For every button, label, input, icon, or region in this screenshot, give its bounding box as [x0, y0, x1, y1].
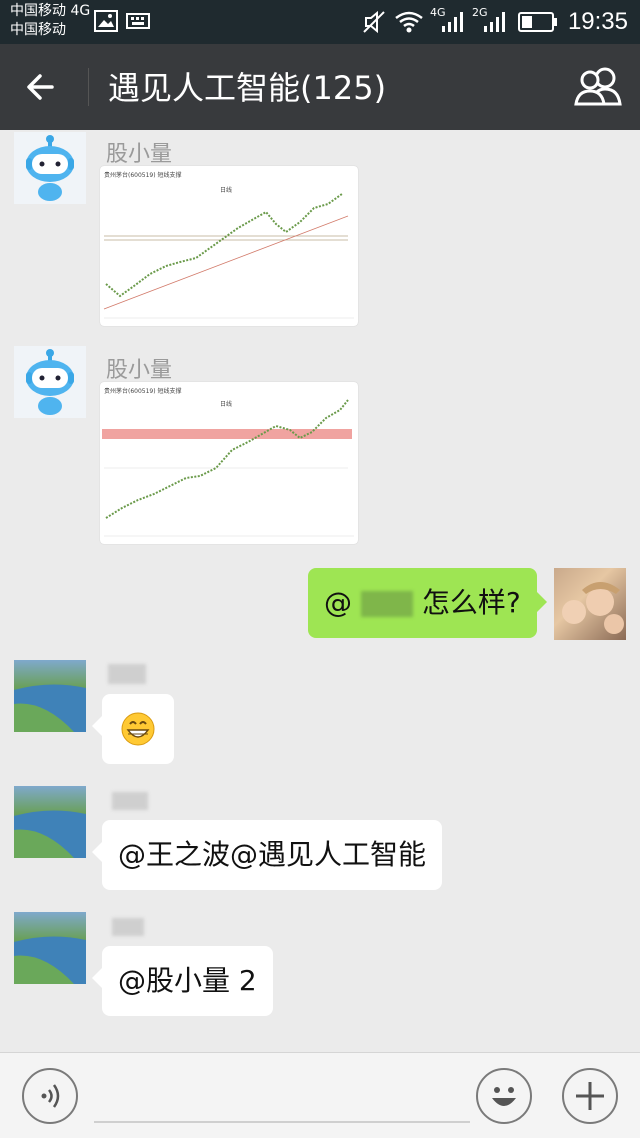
stock-chart-2: 贵州茅台(600519) 短线支撑 日线: [102, 387, 354, 537]
signal-1-icon: [442, 12, 463, 32]
chart-image-message[interactable]: 贵州茅台(600519) 短线支撑 日线: [100, 166, 358, 326]
river-landscape-icon: [14, 684, 86, 732]
river-landscape-icon: [14, 810, 86, 858]
emoji-button[interactable]: [476, 1068, 532, 1124]
carrier-line-2: 中国移动: [10, 22, 66, 38]
text-message-bubble[interactable]: @王之波@遇见人工智能: [91, 820, 443, 890]
header-divider: [88, 68, 89, 106]
voice-input-button[interactable]: [22, 1068, 78, 1124]
redacted-mention: [360, 591, 413, 617]
clock: 19:35: [567, 8, 628, 35]
emoji-message-bubble[interactable]: [92, 694, 174, 764]
redacted-sender-name: [112, 918, 144, 936]
group-members-icon: [574, 67, 622, 106]
chart-legend-text: 贵州茅台(600519) 短线支撑: [104, 171, 182, 179]
mention-prefix: @: [324, 586, 352, 619]
bot-avatar[interactable]: [14, 132, 86, 204]
carrier-info: 中国移动 4G 中国移动: [10, 2, 90, 40]
mute-icon: [363, 10, 385, 34]
chart-title: 日线: [220, 186, 232, 194]
grin-emoji-icon: [121, 712, 155, 746]
chat-title: 遇见人工智能(125): [108, 69, 387, 107]
own-message-bubble[interactable]: @ 怎么样?: [308, 568, 547, 638]
sender-name: 股小量: [106, 358, 173, 383]
river-landscape-icon: [14, 936, 86, 984]
group-members-button[interactable]: [572, 66, 624, 108]
user-avatar[interactable]: [14, 660, 86, 732]
back-button[interactable]: [18, 64, 68, 110]
robot-avatar-icon: [26, 135, 74, 201]
family-photo-icon: [562, 582, 624, 634]
redacted-sender-name: [112, 792, 148, 810]
plus-icon: [576, 1082, 604, 1110]
message-text: @王之波@遇见人工智能: [118, 838, 427, 871]
status-bar: 中国移动 4G 中国移动 4G 2G 19:35: [0, 0, 640, 44]
robot-avatar-icon: [26, 349, 74, 415]
more-options-button[interactable]: [562, 1068, 618, 1124]
image-notification-icon: [94, 10, 118, 32]
chart-legend-text: 贵州茅台(600519) 短线支撑: [104, 387, 182, 395]
user-avatar[interactable]: [14, 786, 86, 858]
signal-2-icon: [484, 12, 505, 32]
redacted-sender-name: [108, 664, 146, 684]
chart-title: 日线: [220, 400, 232, 408]
message-input[interactable]: [94, 1073, 470, 1123]
input-bar: [0, 1052, 640, 1138]
battery-icon: [518, 12, 557, 32]
chart-image-message[interactable]: 贵州茅台(600519) 短线支撑 日线: [100, 382, 358, 544]
message-list[interactable]: 股小量 贵州茅台(600519) 短线支撑 日线 股小量 贵州茅台(600519…: [0, 130, 640, 1052]
sender-name: 股小量: [106, 142, 173, 167]
own-avatar[interactable]: [554, 568, 626, 640]
keyboard-notification-icon: [126, 13, 150, 29]
stock-chart-1: 贵州茅台(600519) 短线支撑 日线: [103, 171, 354, 319]
emoji-icon: [492, 1087, 516, 1106]
message-text: 怎么样?: [421, 586, 521, 619]
bot-avatar[interactable]: [14, 346, 86, 418]
chat-header: 遇见人工智能(125): [0, 44, 640, 130]
wifi-icon: [395, 11, 423, 33]
text-message-bubble[interactable]: @股小量 2: [92, 946, 273, 1016]
carrier-line-1: 中国移动 4G: [10, 3, 91, 19]
back-arrow-icon: [27, 74, 54, 100]
voice-icon: [41, 1084, 60, 1108]
user-avatar[interactable]: [14, 912, 86, 984]
message-text: @股小量 2: [118, 964, 257, 997]
